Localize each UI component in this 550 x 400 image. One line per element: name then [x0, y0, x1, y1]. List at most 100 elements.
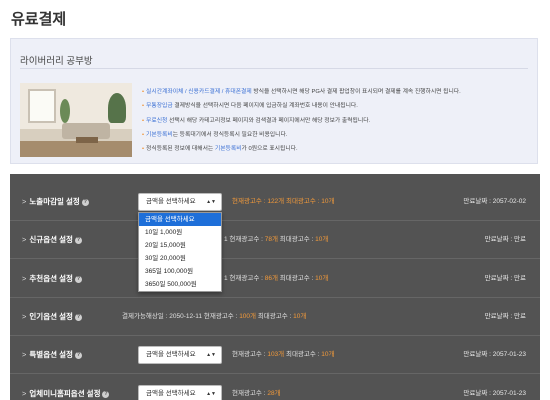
- option-settings-panel: > 노출마감일 설정? 금액을 선택하세요 ▲▼ 현재광고수 : 122개 최대광고수 …: [10, 174, 540, 400]
- option-row: > 특별옵션 설정? 금액을 선택하세요 ▲▼ 현재광고수 : 103개 최대광고수 :…: [10, 336, 540, 374]
- note-item: • 기본등록비는 등록대기에서 정식등록시 필요한 비용입니다.: [142, 128, 461, 142]
- current-ad-count: 86개: [264, 275, 278, 282]
- note-highlight: 기본등록비: [146, 131, 173, 138]
- max-ad-label: 최대광고수 :: [277, 236, 316, 243]
- option-row: > 인기옵션 설정? 결제가능해상일 : 2050-12-11 현재광고수 : 10…: [10, 298, 540, 336]
- help-icon[interactable]: ?: [81, 198, 89, 206]
- bullet-icon: •: [142, 103, 145, 110]
- current-ad-label: 현재광고수 :: [229, 275, 265, 282]
- dropdown-option[interactable]: 20일 15,000원: [139, 239, 221, 252]
- page-title: 유료결제: [11, 11, 67, 28]
- help-icon[interactable]: ?: [74, 313, 82, 321]
- note-text: 방식을 선택하시면 해당 PG사 결제 팝업창이 표시되며 결제를 계속 진행하…: [251, 89, 461, 95]
- current-ad-count: 28개: [267, 390, 281, 397]
- dropdown-option[interactable]: 금액을 선택하세요: [139, 213, 221, 226]
- dropdown-option[interactable]: 10일 1,000원: [139, 226, 221, 239]
- help-icon[interactable]: ?: [74, 275, 82, 283]
- payment-notes-list: • 실시간계좌이체 / 신용카드결제 / 휴대폰결제 방식을 선택하시면 해당 P…: [142, 85, 461, 156]
- current-ad-label: 현재광고수 :: [229, 236, 265, 243]
- bullet-icon: •: [142, 146, 145, 153]
- chevron-updown-icon: ▲▼: [206, 391, 216, 397]
- option-label-text: 인기옵션 설정: [29, 312, 73, 321]
- dropdown-option[interactable]: 30일 20,000원: [139, 252, 221, 265]
- option-row: > 노출마감일 설정? 금액을 선택하세요 ▲▼ 현재광고수 : 122개 최대광고수 …: [10, 183, 540, 221]
- amount-select[interactable]: 금액을 선택하세요 ▲▼: [138, 193, 222, 211]
- expiry-date: 만료날짜 : 만료: [484, 275, 526, 282]
- help-icon[interactable]: ?: [74, 236, 82, 244]
- option-label-text: 노출마감일 설정: [29, 197, 80, 206]
- option-label-text: 추천옵션 설정: [29, 274, 73, 283]
- bullet-icon: •: [142, 117, 145, 124]
- current-ad-count: 78개: [264, 236, 278, 243]
- help-icon[interactable]: ?: [74, 351, 82, 359]
- max-ad-label: 최대광고수 :: [277, 275, 316, 282]
- note-item: • 실시간계좌이체 / 신용카드결제 / 휴대폰결제 방식을 선택하시면 해당 P…: [142, 85, 461, 99]
- max-ad-label: 최대광고수 :: [284, 351, 322, 358]
- current-ad-label: 현재광고수 :: [203, 313, 240, 320]
- current-ad-label: 현재광고수 :: [232, 198, 268, 205]
- ad-count-stats: 결제가능해상일 : 2050-12-11 현재광고수 : 100개 최대광고수 …: [122, 298, 306, 336]
- option-row: > 신규옵션 설정? 1 현재광고수 : 78개 최대광고수 : 10개 만료날짜 :…: [10, 221, 540, 259]
- current-ad-count: 100개: [239, 313, 257, 320]
- chevron-updown-icon: ▲▼: [206, 352, 216, 358]
- option-row: > 업체미니홈피옵션 설정? 금액을 선택하세요 ▲▼ 현재광고수 : 28개 만료날짜 …: [10, 375, 540, 400]
- expiry-date: 만료날짜 : 만료: [484, 236, 526, 243]
- expiry-date: 만료날짜 : 2057-01-23: [463, 390, 526, 397]
- chevron-right-icon: >: [22, 235, 27, 244]
- option-label: > 특별옵션 설정?: [22, 336, 82, 374]
- max-ad-count: 10개: [321, 351, 335, 358]
- option-label-text: 특별옵션 설정: [29, 350, 73, 359]
- note-text: 는 등록대기에서 정식등록시 필요한 비용입니다.: [172, 131, 288, 138]
- max-ad-count: 10개: [315, 236, 329, 243]
- option-row: > 추천옵션 설정? 1 현재광고수 : 86개 최대광고수 : 10개 만료날짜 :…: [10, 260, 540, 298]
- room-thumbnail-image: [20, 83, 132, 157]
- option-label-text: 신규옵션 설정: [29, 235, 73, 244]
- option-label: > 신규옵션 설정?: [22, 221, 82, 259]
- stats-prefix: 결제가능해상일 : 2050-12-11: [122, 313, 204, 320]
- note-highlight: 기본등록비: [214, 146, 242, 153]
- note-item: • 무통장입금 결제방식을 선택하시면 다음 페이지에 입금하실 계좌번호 내용이…: [142, 99, 461, 113]
- note-highlight: 실시간계좌이체 / 신용카드결제 / 휴대폰결제: [146, 89, 252, 95]
- amount-select-value: 금액을 선택하세요: [146, 198, 196, 205]
- amount-dropdown-list[interactable]: 금액을 선택하세요 10일 1,000원 20일 15,000원 30일 20,000…: [138, 212, 222, 292]
- bullet-icon: •: [142, 89, 145, 95]
- chevron-right-icon: >: [22, 389, 27, 398]
- expiry-date: 만료날짜 : 2057-01-23: [463, 351, 526, 358]
- ad-count-stats: 현재광고수 : 28개: [232, 375, 281, 400]
- option-label: > 인기옵션 설정?: [22, 298, 82, 336]
- chevron-updown-icon: ▲▼: [206, 199, 216, 205]
- dropdown-option[interactable]: 3650일 500,000원: [139, 278, 221, 291]
- current-ad-label: 현재광고수 :: [232, 390, 268, 397]
- option-label: > 추천옵션 설정?: [22, 260, 82, 298]
- ad-count-stats: 1 현재광고수 : 86개 최대광고수 : 10개: [224, 260, 328, 298]
- current-ad-label: 현재광고수 :: [232, 351, 268, 358]
- note-item: • 무료신청 선택시 해당 카테고리정보 페이지와 검색결과 페이지에서만 해당 …: [142, 114, 461, 128]
- dropdown-option[interactable]: 365일 100,000원: [139, 265, 221, 278]
- amount-select-value: 금액을 선택하세요: [146, 351, 196, 358]
- chevron-right-icon: >: [22, 350, 27, 359]
- amount-select[interactable]: 금액을 선택하세요 ▲▼: [138, 346, 222, 364]
- chevron-right-icon: >: [22, 312, 27, 321]
- note-text: 결제방식을 선택하시면 다음 페이지에 입금하실 계좌번호 내용이 안내됩니다.: [172, 103, 358, 110]
- bullet-icon: •: [142, 131, 145, 138]
- info-box-title: 라이버러리 공부방: [20, 56, 93, 67]
- note-item: • 정식등록된 정보에 대해서는 기본등록비가 0원으로 표시됩니다.: [142, 142, 461, 156]
- chevron-right-icon: >: [22, 274, 27, 283]
- note-highlight: 무료신청: [146, 117, 168, 124]
- ad-count-stats: 1 현재광고수 : 78개 최대광고수 : 10개: [224, 221, 328, 259]
- help-icon[interactable]: ?: [102, 390, 110, 398]
- note-highlight: 무통장입금: [146, 103, 173, 110]
- ad-count-stats: 현재광고수 : 122개 최대광고수 : 10개: [232, 183, 335, 221]
- amount-select[interactable]: 금액을 선택하세요 ▲▼: [138, 385, 222, 400]
- chevron-right-icon: >: [22, 197, 27, 206]
- max-ad-label: 최대광고수 :: [256, 313, 294, 320]
- note-text: 선택시 해당 카테고리정보 페이지와 검색결과 페이지에서만 해당 정보가 출력…: [167, 117, 371, 124]
- option-label-text: 업체미니홈피옵션 설정: [29, 389, 101, 398]
- max-ad-count: 10개: [315, 275, 329, 282]
- max-ad-label: 최대광고수 :: [284, 198, 322, 205]
- note-text: 가 0원으로 표시됩니다.: [241, 146, 298, 153]
- current-ad-count: 103개: [267, 351, 285, 358]
- ad-count-stats: 현재광고수 : 103개 최대광고수 : 10개: [232, 336, 335, 374]
- option-label: > 업체미니홈피옵션 설정?: [22, 375, 110, 400]
- divider: [20, 68, 528, 69]
